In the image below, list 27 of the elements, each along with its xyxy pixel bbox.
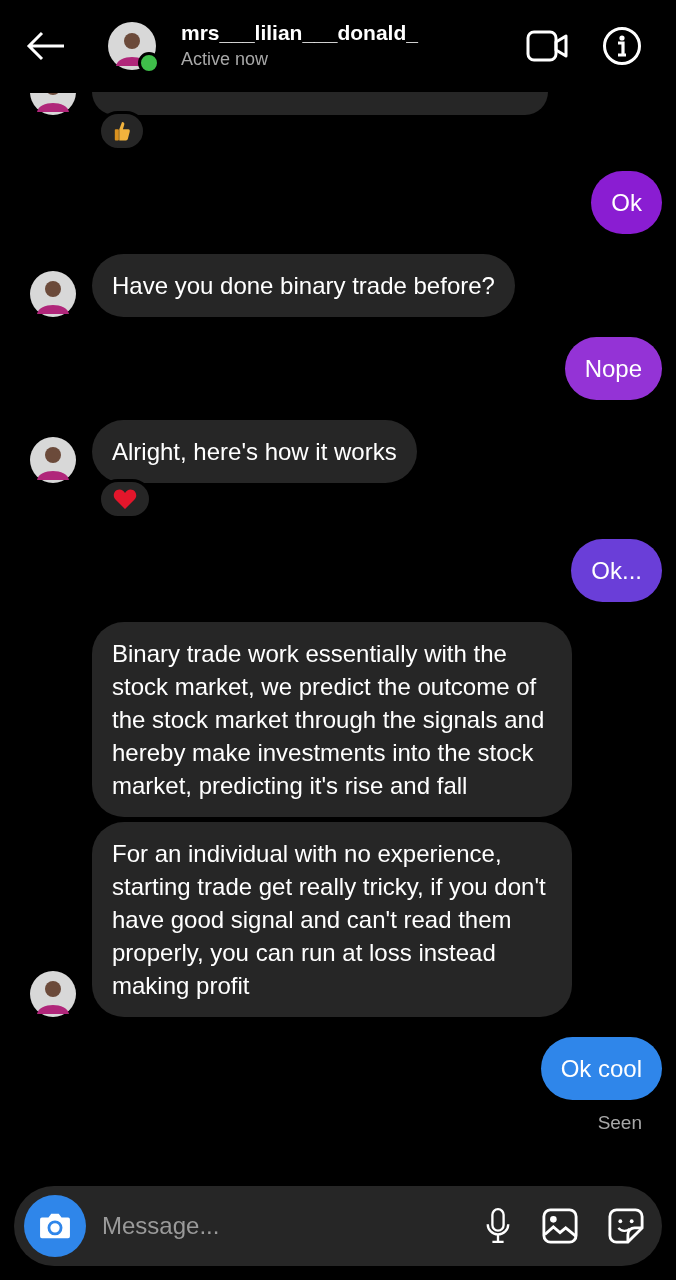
avatar[interactable] [30,271,76,317]
avatar[interactable] [30,93,76,115]
message-bubble: Ok [591,171,662,234]
info-icon[interactable] [602,26,642,66]
message-bubble: Ok cool [540,1037,662,1100]
message-bubble: Have you done binary trade before? [92,254,515,317]
message-bubble: Nope [564,337,662,400]
gallery-icon[interactable] [542,1208,578,1244]
message-bubble: Ok... [571,539,662,602]
avatar[interactable] [30,437,76,483]
message-bubble: For an individual with no experience, starting trade get really tricky, if you don't have good signal and can't read them properly, you can run at loss instead making profit [92,822,572,1017]
username[interactable]: mrs___lilian___donald_ [181,20,526,46]
message-composer[interactable]: Message... [14,1186,662,1266]
camera-button[interactable] [24,1195,86,1257]
back-icon[interactable] [26,31,66,61]
message-bubble: Alright, here's how it works [92,420,417,483]
heart-icon [113,488,137,510]
avatar[interactable] [30,971,76,1017]
thumbs-up-icon [113,120,131,142]
message-input[interactable]: Message... [100,1211,454,1241]
message-bubble: Binary trade work essentially with the stock market, we predict the outcome of the stock market through the signals and hereby make investments into the stock market, predicting it's rise and fall [92,622,572,817]
video-call-icon[interactable] [526,29,568,63]
active-status: Active now [181,48,270,71]
sticker-icon[interactable] [608,1208,644,1244]
seen-label: Seen [597,1112,642,1134]
microphone-icon[interactable] [484,1207,512,1245]
camera-icon [38,1212,72,1240]
